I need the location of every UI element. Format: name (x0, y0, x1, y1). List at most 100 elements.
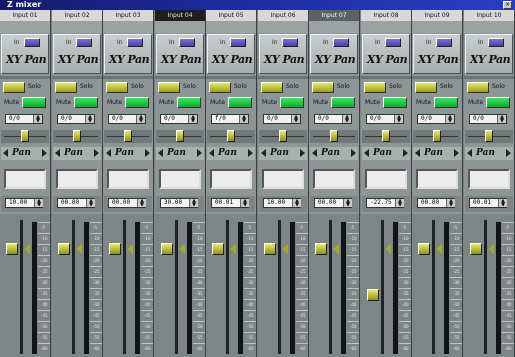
volume-spinner[interactable]: ▲ ▼ (395, 199, 404, 208)
fader-knob[interactable] (109, 243, 121, 255)
arrow-right-icon[interactable] (454, 149, 459, 157)
pan-spinner[interactable]: ▲ ▼ (342, 115, 351, 124)
fader-track[interactable] (432, 220, 435, 354)
pan-spinner[interactable]: ▲ ▼ (239, 115, 248, 124)
xy-pan-label[interactable]: XY Pan (2, 53, 50, 66)
title-bar[interactable]: Z mixer × (0, 0, 515, 10)
fader-knob[interactable] (367, 289, 379, 301)
pan-slider-knob[interactable] (279, 130, 287, 142)
arrow-left-icon[interactable] (312, 149, 317, 157)
arrow-right-icon[interactable] (94, 149, 99, 157)
fader-knob[interactable] (161, 243, 173, 255)
solo-button[interactable] (312, 82, 334, 93)
fader-knob[interactable] (470, 243, 482, 255)
mute-button[interactable] (74, 97, 98, 108)
solo-button[interactable] (261, 82, 283, 93)
mute-button[interactable] (280, 97, 304, 108)
volume-spinner[interactable]: ▲ ▼ (34, 199, 43, 208)
mute-button[interactable] (22, 97, 46, 108)
close-button[interactable]: × (503, 1, 512, 9)
input-toggle-button[interactable] (24, 38, 40, 47)
xy-pan-label[interactable]: XY Pan (363, 53, 411, 66)
fader-track[interactable] (329, 220, 332, 354)
input-toggle-button[interactable] (488, 38, 504, 47)
arrow-left-icon[interactable] (3, 149, 8, 157)
xy-pan-label[interactable]: XY Pan (157, 53, 205, 66)
xy-pan-label[interactable]: XY Pan (54, 53, 102, 66)
arrow-right-icon[interactable] (42, 149, 47, 157)
channel-label-field[interactable] (313, 169, 355, 189)
pan-spinner[interactable]: ▲ ▼ (33, 115, 42, 124)
fader-knob[interactable] (212, 243, 224, 255)
mute-button[interactable] (486, 97, 510, 108)
input-toggle-button[interactable] (385, 38, 401, 47)
pan-slider-knob[interactable] (382, 130, 390, 142)
arrow-left-icon[interactable] (415, 149, 420, 157)
input-toggle-button[interactable] (282, 38, 298, 47)
input-toggle-button[interactable] (179, 38, 195, 47)
arrow-right-icon[interactable] (145, 149, 150, 157)
channel-label-field[interactable] (56, 169, 98, 189)
channel-label-field[interactable] (365, 169, 407, 189)
pan-slider-knob[interactable] (330, 130, 338, 142)
pan-spinner[interactable]: ▲ ▼ (394, 115, 403, 124)
pan-spinner[interactable]: ▲ ▼ (136, 115, 145, 124)
xy-pan-label[interactable]: XY Pan (208, 53, 256, 66)
arrow-left-icon[interactable] (55, 149, 60, 157)
arrow-left-icon[interactable] (364, 149, 369, 157)
input-toggle-button[interactable] (333, 38, 349, 47)
fader-track[interactable] (278, 220, 281, 354)
arrow-left-icon[interactable] (158, 149, 163, 157)
channel-label-field[interactable] (210, 169, 252, 189)
input-toggle-button[interactable] (76, 38, 92, 47)
channel-label-field[interactable] (107, 169, 149, 189)
volume-spinner[interactable]: ▲ ▼ (446, 199, 455, 208)
fader-track[interactable] (175, 220, 178, 354)
solo-button[interactable] (106, 82, 128, 93)
volume-spinner[interactable]: ▲ ▼ (137, 199, 146, 208)
arrow-left-icon[interactable] (261, 149, 266, 157)
arrow-right-icon[interactable] (248, 149, 253, 157)
channel-label-field[interactable] (416, 169, 458, 189)
solo-button[interactable] (55, 82, 77, 93)
fader-knob[interactable] (6, 243, 18, 255)
mute-button[interactable] (177, 97, 201, 108)
solo-button[interactable] (158, 82, 180, 93)
arrow-right-icon[interactable] (506, 149, 511, 157)
fader-track[interactable] (484, 220, 487, 354)
xy-pan-label[interactable]: XY Pan (105, 53, 153, 66)
channel-label-field[interactable] (262, 169, 304, 189)
mute-button[interactable] (434, 97, 458, 108)
channel-label-field[interactable] (468, 169, 510, 189)
fader-track[interactable] (381, 220, 384, 354)
arrow-right-icon[interactable] (351, 149, 356, 157)
solo-button[interactable] (209, 82, 231, 93)
pan-slider-knob[interactable] (227, 130, 235, 142)
pan-slider-knob[interactable] (485, 130, 493, 142)
input-toggle-button[interactable] (127, 38, 143, 47)
fader-track[interactable] (123, 220, 126, 354)
input-toggle-button[interactable] (436, 38, 452, 47)
mute-button[interactable] (331, 97, 355, 108)
input-toggle-button[interactable] (230, 38, 246, 47)
pan-spinner[interactable]: ▲ ▼ (291, 115, 300, 124)
channel-label-field[interactable] (159, 169, 201, 189)
mute-button[interactable] (125, 97, 149, 108)
arrow-left-icon[interactable] (209, 149, 214, 157)
fader-track[interactable] (226, 220, 229, 354)
xy-pan-label[interactable]: XY Pan (414, 53, 462, 66)
fader-knob[interactable] (58, 243, 70, 255)
channel-label-field[interactable] (4, 169, 46, 189)
pan-slider-knob[interactable] (124, 130, 132, 142)
volume-spinner[interactable]: ▲ ▼ (189, 199, 198, 208)
fader-knob[interactable] (264, 243, 276, 255)
mute-button[interactable] (383, 97, 407, 108)
fader-knob[interactable] (418, 243, 430, 255)
solo-button[interactable] (415, 82, 437, 93)
volume-spinner[interactable]: ▲ ▼ (343, 199, 352, 208)
fader-track[interactable] (20, 220, 23, 354)
xy-pan-label[interactable]: XY Pan (466, 53, 514, 66)
solo-button[interactable] (364, 82, 386, 93)
xy-pan-label[interactable]: XY Pan (260, 53, 308, 66)
arrow-right-icon[interactable] (403, 149, 408, 157)
